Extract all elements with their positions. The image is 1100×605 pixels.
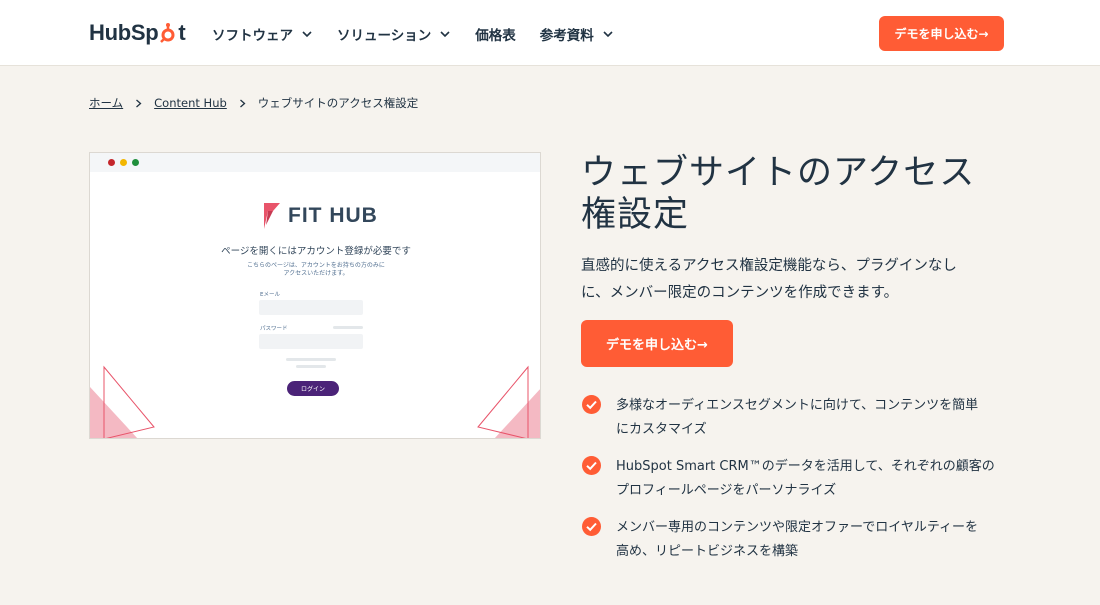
access-settings-illustration: FIT HUB ページを開くにはアカウント登録が必要です こちらのページは、アカ… xyxy=(89,152,541,439)
nav-software[interactable]: ソフトウェア xyxy=(212,24,313,44)
check-circle-icon xyxy=(582,395,601,414)
feature-text-line: プロフィールページをパーソナライズ xyxy=(616,483,837,498)
description-line: に、メンバー限定のコンテンツを作成できます。 xyxy=(581,285,899,301)
logo-text-end: t xyxy=(178,20,186,45)
nav-pricing[interactable]: 価格表 xyxy=(475,24,516,44)
check-circle-icon xyxy=(582,517,601,536)
decorative-triangle-left xyxy=(90,365,155,438)
feature-list: 多様なオーディエンスセグメントに向けて、コンテンツを簡単 にカスタマイズ Hub… xyxy=(582,394,1012,577)
header-demo-button[interactable]: デモを申し込む→ xyxy=(879,16,1004,51)
feature-text-line: HubSpot Smart CRM™のデータを活用して、それぞれの顧客の xyxy=(616,459,995,474)
nav-label: ソフトウェア xyxy=(212,28,293,44)
chevron-down-icon xyxy=(603,31,613,38)
mock-email-label: Eメール xyxy=(260,292,280,298)
window-dot-yellow xyxy=(120,159,127,166)
mock-email-field xyxy=(259,300,363,315)
page-title-line: ウェブサイトのアクセス xyxy=(581,153,976,193)
page-description: 直感的に使えるアクセス権設定機能なら、プラグインなし に、メンバー限定のコンテン… xyxy=(581,253,991,307)
chevron-down-icon xyxy=(440,31,450,38)
feature-text-line: 高め、リピートビジネスを構築 xyxy=(616,544,799,559)
mock-subtitle-line: こちらのページは、アカウントをお持ちの方のみに xyxy=(247,262,385,269)
demo-request-button[interactable]: デモを申し込む→ xyxy=(581,320,733,367)
feature-item: HubSpot Smart CRM™のデータを活用して、それぞれの顧客の プロフ… xyxy=(582,455,1012,516)
feature-text: 多様なオーディエンスセグメントに向けて、コンテンツを簡単 にカスタマイズ xyxy=(616,394,1006,442)
nav-solutions[interactable]: ソリューション xyxy=(337,24,451,44)
description-line: 直感的に使えるアクセス権設定機能なら、プラグインなし xyxy=(581,258,957,274)
main-nav: ソフトウェア ソリューション 価格表 参考資料 xyxy=(212,24,638,44)
sprocket-icon xyxy=(159,22,177,44)
site-header: HubSp t ソフトウェア ソリューション 価格表 参考資料 デモを申し込む→ xyxy=(0,0,1100,66)
breadcrumb-home[interactable]: ホーム xyxy=(89,95,123,111)
breadcrumb: ホーム Content Hub ウェブサイトのアクセス権設定 xyxy=(89,95,418,111)
mock-forgot-link xyxy=(333,326,363,329)
fithub-logo: FIT HUB xyxy=(264,203,378,229)
page-title-line: 権設定 xyxy=(581,195,690,235)
page-title: ウェブサイトのアクセス 権設定 xyxy=(581,152,1011,236)
nav-label: ソリューション xyxy=(337,28,432,44)
breadcrumb-content-hub[interactable]: Content Hub xyxy=(154,96,227,110)
feature-text: HubSpot Smart CRM™のデータを活用して、それぞれの顧客の プロフ… xyxy=(616,455,1006,503)
mock-placeholder-line xyxy=(296,365,326,368)
mock-login-button: ログイン xyxy=(287,381,339,396)
feature-item: メンバー専用のコンテンツや限定オファーでロイヤルティーを 高め、リピートビジネス… xyxy=(582,516,1012,577)
decorative-triangle-right xyxy=(477,365,540,438)
feature-item: 多様なオーディエンスセグメントに向けて、コンテンツを簡単 にカスタマイズ xyxy=(582,394,1012,455)
check-circle-icon xyxy=(582,456,601,475)
mock-placeholder-line xyxy=(286,358,336,361)
fithub-mark-icon xyxy=(264,203,280,229)
mock-login-subtitle: こちらのページは、アカウントをお持ちの方のみに アクセスいただけます。 xyxy=(90,262,540,278)
mock-password-field xyxy=(259,334,363,349)
logo-text: HubSp xyxy=(89,20,159,45)
breadcrumb-current: ウェブサイトのアクセス権設定 xyxy=(257,96,419,110)
chevron-right-icon xyxy=(239,99,246,107)
nav-resources[interactable]: 参考資料 xyxy=(540,24,614,44)
chevron-right-icon xyxy=(136,99,142,107)
fithub-logo-text: FIT HUB xyxy=(288,204,378,227)
browser-bar xyxy=(90,153,540,172)
mock-subtitle-line: アクセスいただけます。 xyxy=(283,270,349,277)
mock-login-title: ページを開くにはアカウント登録が必要です xyxy=(221,246,411,257)
chevron-down-icon xyxy=(302,31,312,38)
nav-label: 価格表 xyxy=(475,28,516,44)
mock-password-label: パスワード xyxy=(260,326,288,332)
hubspot-logo[interactable]: HubSp t xyxy=(89,20,186,46)
feature-text-line: にカスタマイズ xyxy=(616,422,707,437)
window-dot-red xyxy=(108,159,115,166)
feature-text-line: 多様なオーディエンスセグメントに向けて、コンテンツを簡単 xyxy=(616,398,979,413)
nav-label: 参考資料 xyxy=(539,28,594,44)
feature-text: メンバー専用のコンテンツや限定オファーでロイヤルティーを 高め、リピートビジネス… xyxy=(616,516,1006,564)
feature-text-line: メンバー専用のコンテンツや限定オファーでロイヤルティーを xyxy=(616,520,979,535)
window-dot-green xyxy=(132,159,139,166)
